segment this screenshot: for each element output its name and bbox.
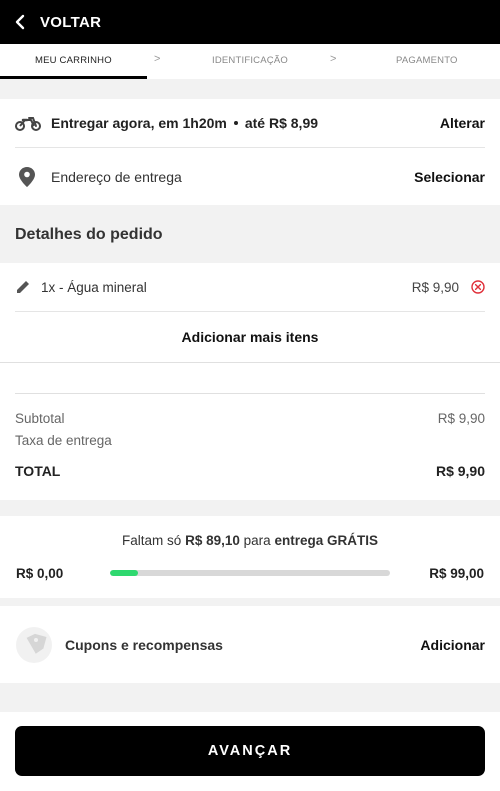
delivery-fee-row: Taxa de entrega xyxy=(15,433,485,448)
step-separator: > xyxy=(154,53,161,65)
subtotal-row: Subtotal R$ 9,90 xyxy=(15,411,485,426)
total-value: R$ 9,90 xyxy=(435,463,485,479)
delivery-time-text: Entregar agora, em 1h20m xyxy=(51,115,227,131)
delivery-fee-label: Taxa de entrega xyxy=(15,433,112,448)
free-delivery-amount: R$ 89,10 xyxy=(185,533,240,548)
subtotal-value: R$ 9,90 xyxy=(437,411,485,426)
close-circle-icon[interactable] xyxy=(471,280,485,294)
top-bar: VOLTAR xyxy=(0,0,500,44)
progress-max-label: R$ 99,00 xyxy=(429,566,484,581)
coupons-card[interactable]: Cupons e recompensas Adicionar xyxy=(0,606,500,683)
free-delivery-middle: para xyxy=(243,533,271,548)
bottom-bar: AVANÇAR xyxy=(0,712,500,791)
checkout-steps: MEU CARRINHO > IDENTIFICAÇÃO > PAGAMENTO xyxy=(0,44,500,79)
free-delivery-suffix: entrega GRÁTIS xyxy=(274,533,378,548)
chevron-left-icon xyxy=(15,14,25,30)
delivery-address-row: Endereço de entrega Selecionar xyxy=(15,148,485,205)
free-delivery-message: Faltam só R$ 89,10 para entrega GRÁTIS xyxy=(0,533,500,548)
progress-min-label: R$ 0,00 xyxy=(16,566,64,581)
order-items-card: 1x - Água mineral R$ 9,90 Adicionar mais… xyxy=(0,263,500,500)
select-address-button[interactable]: Selecionar xyxy=(414,169,485,185)
motorcycle-icon xyxy=(15,115,41,131)
delivery-card: Entregar agora, em 1h20m até R$ 8,99 Alt… xyxy=(0,99,500,205)
add-coupon-button[interactable]: Adicionar xyxy=(420,637,485,653)
item-name: 1x - Água mineral xyxy=(41,279,147,295)
free-delivery-progress-bar xyxy=(110,570,390,576)
subtotal-label: Subtotal xyxy=(15,411,65,426)
free-delivery-card: Faltam só R$ 89,10 para entrega GRÁTIS R… xyxy=(0,516,500,598)
free-delivery-prefix: Faltam só xyxy=(122,533,182,548)
divider xyxy=(0,362,500,363)
coupons-label: Cupons e recompensas xyxy=(65,637,223,653)
step-separator: > xyxy=(330,53,337,65)
step-identification[interactable]: IDENTIFICAÇÃO xyxy=(212,55,288,66)
pencil-icon[interactable] xyxy=(15,279,33,295)
item-price: R$ 9,90 xyxy=(411,279,459,295)
delivery-time-row: Entregar agora, em 1h20m até R$ 8,99 Alt… xyxy=(15,99,485,148)
advance-button[interactable]: AVANÇAR xyxy=(15,726,485,776)
location-pin-icon xyxy=(15,166,41,187)
step-payment[interactable]: PAGAMENTO xyxy=(396,55,458,66)
order-item-row: 1x - Água mineral R$ 9,90 xyxy=(15,263,485,312)
total-label: TOTAL xyxy=(15,463,61,479)
delivery-address-label: Endereço de entrega xyxy=(51,168,182,185)
step-cart[interactable]: MEU CARRINHO xyxy=(35,55,112,66)
separator-dot xyxy=(233,121,238,125)
back-button[interactable]: VOLTAR xyxy=(14,14,101,31)
delivery-fee-text: até R$ 8,99 xyxy=(244,115,319,131)
order-details-title: Detalhes do pedido xyxy=(15,226,163,243)
total-row: TOTAL R$ 9,90 xyxy=(15,463,485,479)
divider xyxy=(15,393,485,394)
coupon-tag-icon xyxy=(15,626,53,669)
active-step-indicator xyxy=(0,76,147,79)
progress-fill xyxy=(110,570,138,576)
back-label: VOLTAR xyxy=(40,13,102,31)
change-delivery-button[interactable]: Alterar xyxy=(440,115,485,131)
add-more-items-button[interactable]: Adicionar mais itens xyxy=(0,312,500,362)
